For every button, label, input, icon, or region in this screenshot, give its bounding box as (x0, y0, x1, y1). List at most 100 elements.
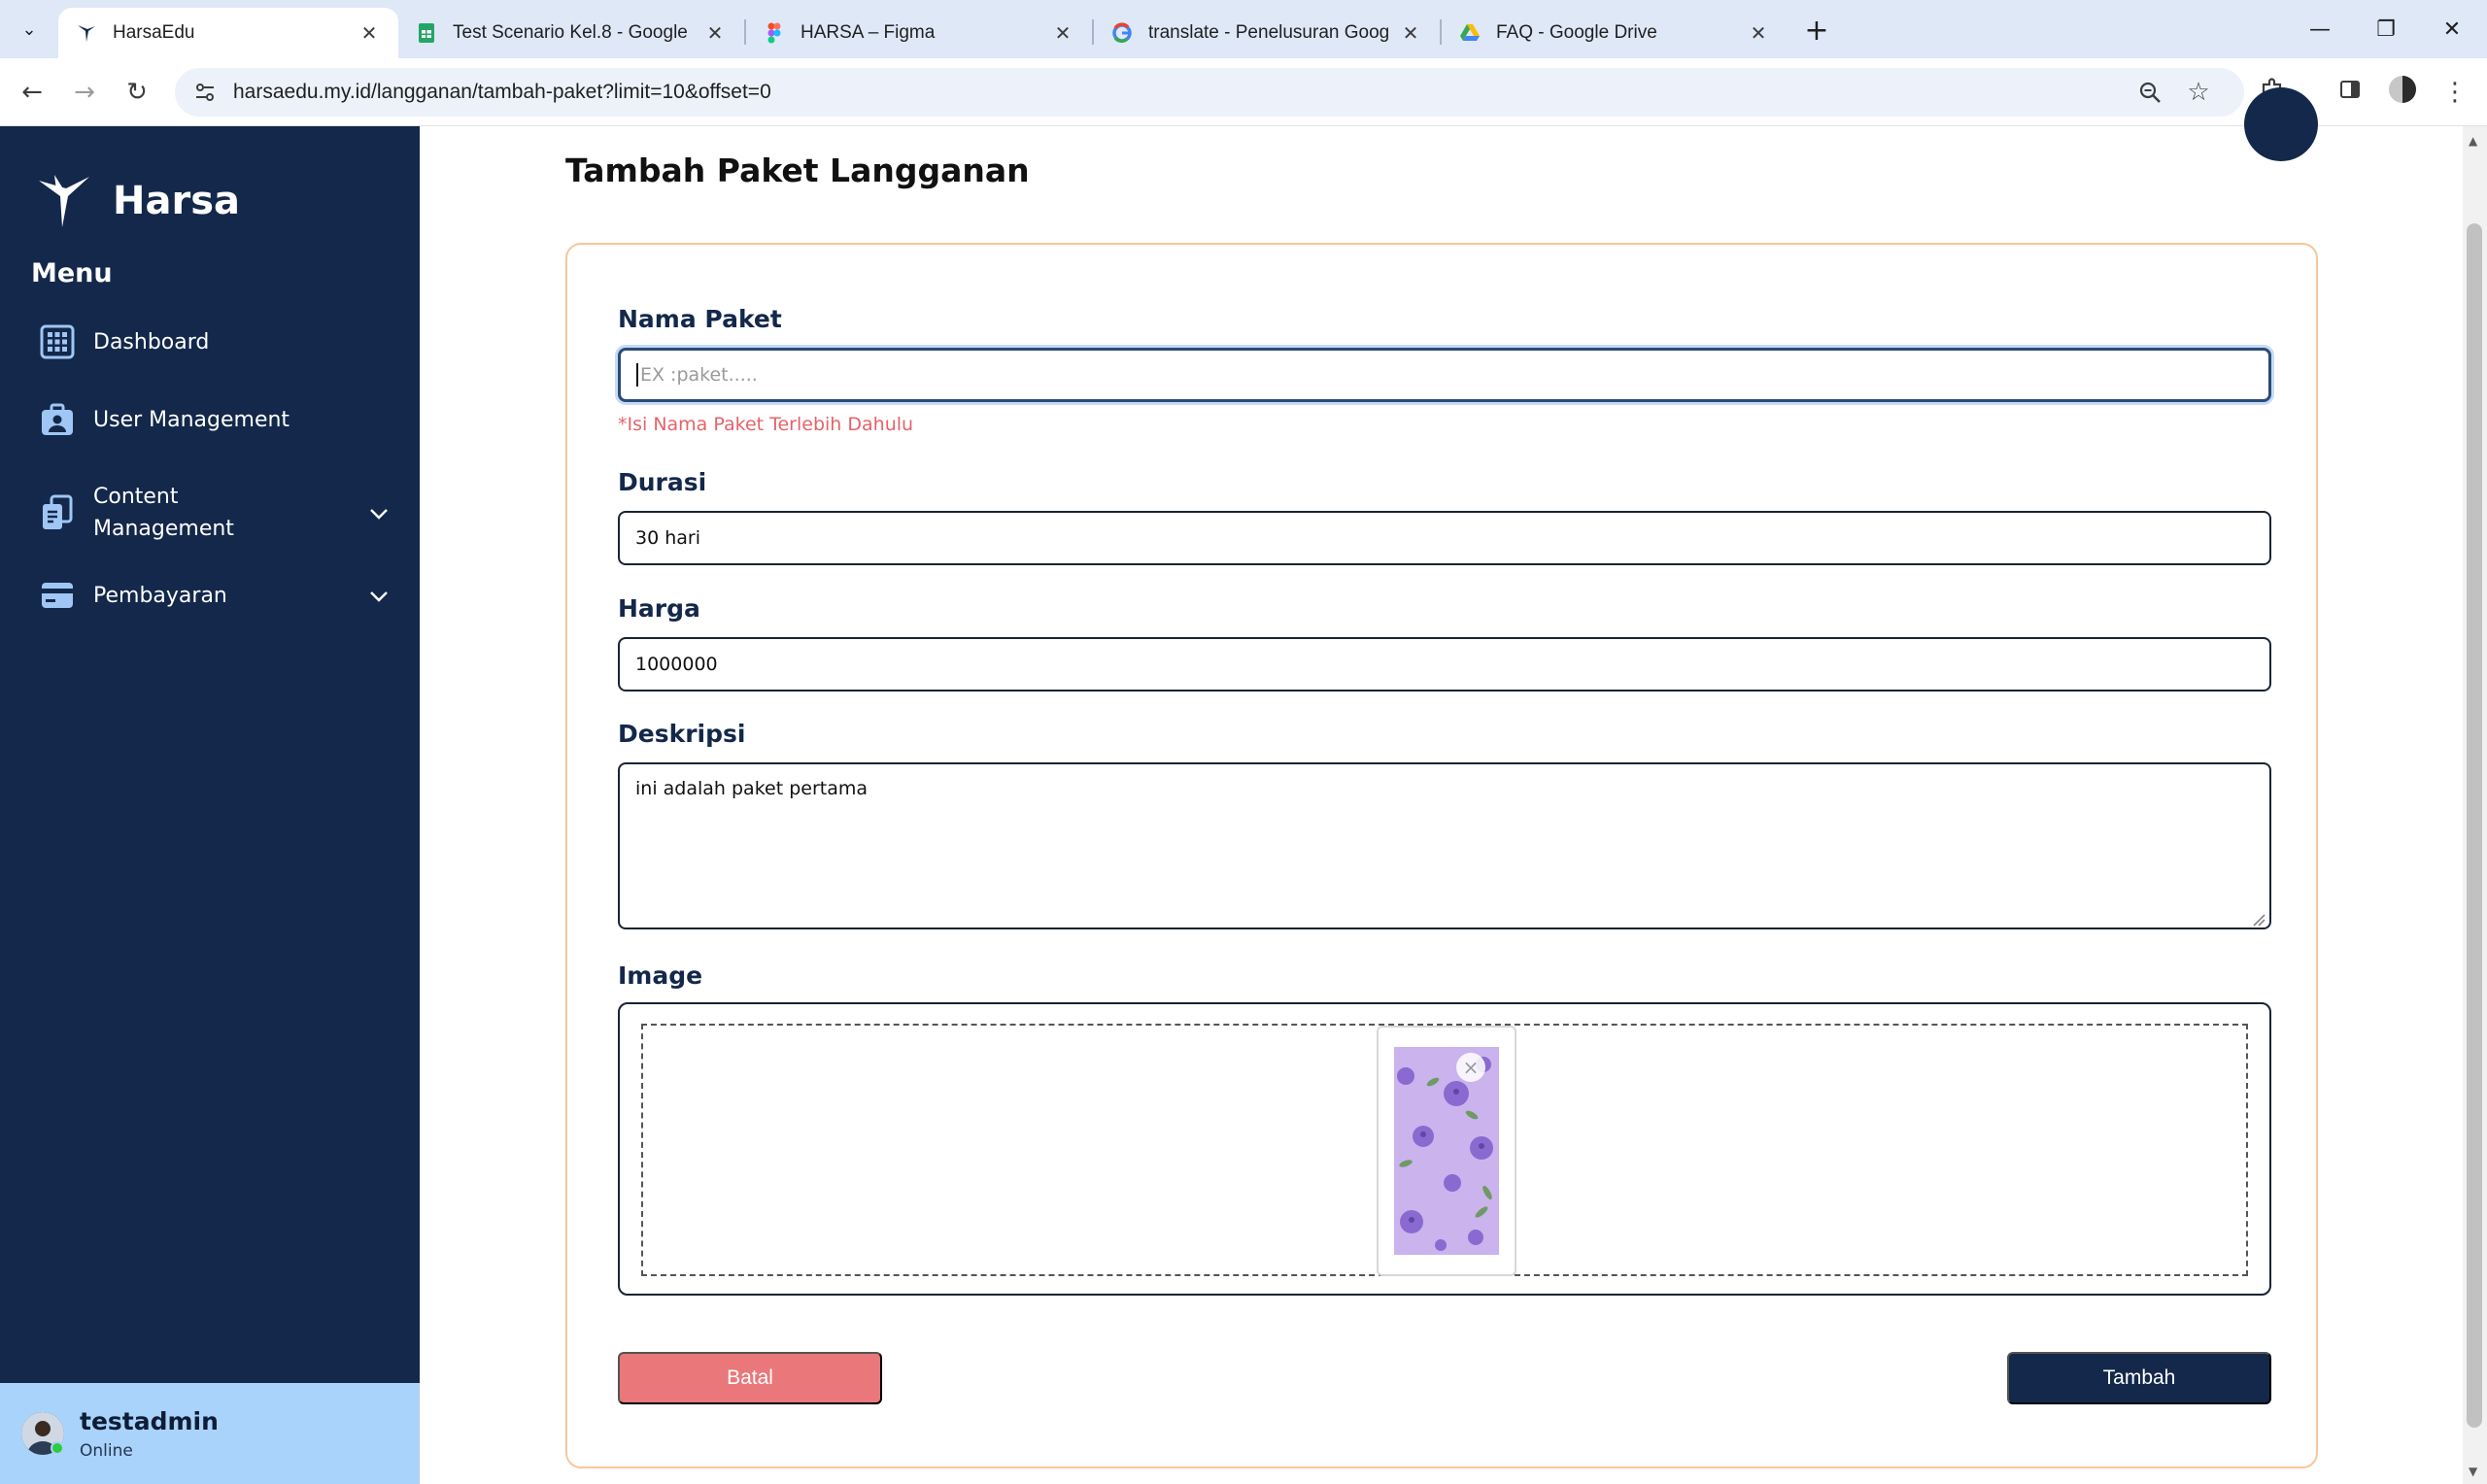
text-caret (636, 363, 638, 387)
remove-image-button[interactable]: × (1456, 1053, 1485, 1082)
profile-button[interactable] (2384, 74, 2421, 111)
user-panel[interactable]: testadmin Online (0, 1383, 420, 1484)
arrow-right-icon: → (74, 78, 95, 107)
url-text[interactable]: harsaedu.my.id/langganan/tambah-paket?li… (233, 81, 771, 104)
browser-menu-button[interactable]: ⋮ (2436, 74, 2473, 111)
main-content: Tambah Paket Langganan Nama Paket EX :pa… (420, 87, 2463, 1484)
payment-card-icon (39, 577, 76, 614)
blueberry-preview-image (1394, 1047, 1499, 1255)
tab-harsaedu[interactable]: HarsaEdu ✕ (58, 8, 398, 58)
close-icon[interactable]: ✕ (358, 21, 381, 46)
brand[interactable]: Harsa (35, 171, 240, 231)
tab-title: translate - Penelusuran Google (1148, 22, 1389, 43)
close-icon[interactable]: ✕ (1747, 21, 1770, 46)
label-line-1: Content (93, 485, 179, 509)
tab-title: Test Scenario Kel.8 - Google Sp (453, 22, 694, 43)
deskripsi-value: ini adalah paket pertama (635, 778, 869, 799)
figma-icon (764, 22, 785, 44)
nama-paket-label: Nama Paket (618, 305, 782, 333)
user-card-icon (39, 401, 76, 438)
close-icon[interactable]: ✕ (703, 21, 727, 46)
new-tab-button[interactable]: + (1800, 13, 1833, 48)
site-settings-icon[interactable] (188, 76, 221, 109)
add-package-form: Nama Paket EX :paket..... *Isi Nama Pake… (565, 243, 2318, 1468)
tab-figma[interactable]: HARSA – Figma ✕ (746, 8, 1092, 58)
sidebar-item-pembayaran[interactable]: Pembayaran (39, 577, 389, 614)
nama-paket-input[interactable]: EX :paket..... (618, 348, 2271, 402)
brand-name: Harsa (113, 179, 240, 223)
online-status-dot (51, 1441, 64, 1455)
chevron-down-icon (369, 501, 389, 524)
scrollbar-thumb[interactable] (2467, 223, 2482, 1428)
restore-button[interactable]: ❐ (2359, 10, 2413, 49)
deskripsi-label: Deskripsi (618, 720, 746, 748)
close-icon[interactable]: ✕ (1399, 21, 1422, 46)
sidebar-item-label: Pembayaran (93, 583, 227, 608)
sidebar-item-content-management[interactable]: Content Management (39, 481, 389, 545)
plus-icon: + (1804, 13, 1829, 48)
image-label: Image (618, 961, 703, 990)
deskripsi-textarea[interactable]: ini adalah paket pertama (618, 762, 2271, 929)
arrow-left-icon: ← (21, 78, 43, 107)
tab-title: HarsaEdu (113, 22, 195, 43)
side-panel-button[interactable] (2332, 74, 2368, 111)
durasi-input[interactable]: 30 hari (618, 511, 2271, 565)
sidebar: Harsa Menu Dashboard User Management Con… (0, 126, 420, 1484)
zoom-icon[interactable] (2133, 76, 2166, 109)
submit-button[interactable]: Tambah (2007, 1352, 2271, 1404)
harga-label: Harga (618, 594, 700, 623)
browser-tabstrip: ⌄ HarsaEdu ✕ Test Scenario Kel.8 - Googl… (0, 0, 2487, 58)
google-drive-icon (1459, 22, 1481, 44)
scroll-up-icon[interactable]: ▲ (2469, 134, 2477, 148)
sidebar-item-label: Dashboard (93, 329, 210, 354)
nama-paket-error: *Isi Nama Paket Terlebih Dahulu (618, 414, 914, 435)
chevron-down-icon (369, 584, 389, 607)
tab-translate[interactable]: translate - Penelusuran Google ✕ (1094, 8, 1440, 58)
side-panel-icon (2338, 78, 2362, 108)
sidebar-item-user-management[interactable]: User Management (39, 401, 389, 438)
tab-search-button[interactable]: ⌄ (14, 14, 45, 45)
header-avatar[interactable] (2244, 87, 2318, 161)
back-button[interactable]: ← (14, 74, 51, 111)
harga-input[interactable]: 1000000 (618, 637, 2271, 691)
menu-heading: Menu (31, 258, 113, 288)
minimize-button[interactable]: — (2293, 10, 2347, 49)
reload-icon: ↻ (126, 78, 148, 107)
restore-icon: ❐ (2376, 17, 2396, 42)
close-window-button[interactable]: ✕ (2425, 10, 2479, 49)
user-status: Online (80, 1440, 133, 1461)
scroll-down-icon[interactable]: ▼ (2469, 1465, 2477, 1478)
google-icon (1111, 22, 1133, 44)
sidebar-item-label: Content Management (93, 481, 234, 545)
cancel-button[interactable]: Batal (618, 1352, 882, 1404)
image-dropzone-area[interactable]: × (641, 1024, 2248, 1276)
sidebar-item-label: User Management (93, 407, 290, 432)
page-title: Tambah Paket Langganan (565, 152, 1030, 189)
tab-title: HARSA – Figma (801, 22, 936, 43)
label-line-2: Management (93, 517, 234, 541)
more-vert-icon: ⋮ (2442, 78, 2468, 107)
user-name: testadmin (80, 1406, 219, 1435)
dashboard-grid-icon (39, 323, 76, 360)
page-scrollbar[interactable]: ▲ ▼ (2463, 126, 2487, 1484)
tab-test-scenario[interactable]: Test Scenario Kel.8 - Google Sp ✕ (398, 8, 744, 58)
close-icon[interactable]: ✕ (1051, 21, 1074, 46)
harga-value: 1000000 (635, 654, 718, 675)
bookmark-star-icon[interactable]: ☆ (2182, 76, 2215, 109)
harsa-bird-icon (35, 171, 93, 231)
content-docs-icon (39, 494, 76, 531)
resize-grip-icon[interactable] (2252, 910, 2266, 927)
nama-paket-placeholder: EX :paket..... (640, 364, 758, 386)
reload-button[interactable]: ↻ (119, 74, 155, 111)
forward-button[interactable]: → (66, 74, 103, 111)
tab-google-drive[interactable]: FAQ - Google Drive ✕ (1442, 8, 1788, 58)
profile-avatar-icon (2388, 75, 2417, 111)
image-preview: × (1377, 1026, 1516, 1276)
image-dropzone[interactable]: × (618, 1002, 2271, 1296)
address-bar[interactable]: harsaedu.my.id/langganan/tambah-paket?li… (175, 68, 2244, 117)
google-sheets-icon (416, 22, 437, 44)
close-icon: ✕ (2442, 17, 2462, 42)
minimize-icon: — (2309, 17, 2331, 42)
durasi-value: 30 hari (635, 527, 700, 549)
sidebar-item-dashboard[interactable]: Dashboard (39, 323, 389, 360)
